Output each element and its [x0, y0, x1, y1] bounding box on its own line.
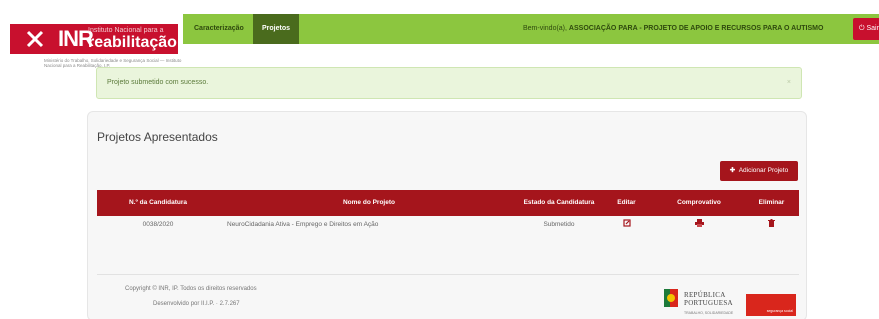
success-alert: Projeto submetido com sucesso. × [96, 67, 802, 99]
seguranca-social-text: segurança social [766, 309, 793, 313]
alert-close-button[interactable]: × [787, 68, 791, 98]
logo-name: reabilitação [88, 34, 177, 51]
edit-icon [622, 219, 631, 229]
page-title: Projetos Apresentados [97, 130, 218, 144]
cell-number: 0038/2020 [142, 221, 174, 228]
delete-button[interactable] [744, 216, 799, 234]
republica-subtitle: TRABALHO, SOLIDARIEDADE [684, 311, 734, 315]
print-icon [694, 219, 704, 229]
copyright-text: Copyright © INR, IP. Todos os direitos r… [125, 286, 257, 292]
header-candidatura[interactable]: N.º da Candidatura [97, 190, 219, 216]
footer-divider [97, 274, 799, 275]
header-editar: Editar [617, 199, 636, 206]
header-eliminar: Eliminar [758, 199, 785, 206]
top-navigation: Caracterização Projetos Bem-vindo(a), AS… [183, 14, 879, 44]
header-nome-projeto[interactable]: Nome do Projeto [219, 190, 519, 216]
add-project-button[interactable]: ✚ Adicionar Projeto [720, 161, 798, 181]
inr-logo[interactable]: INR Instituto Nacional para a reabilitaç… [10, 18, 181, 68]
alert-message: Projeto submetido com sucesso. [107, 79, 209, 86]
welcome-prefix: Bem-vindo(a), [523, 25, 567, 32]
table-row: 0038/2020 NeuroCidadania Ativa - Emprego… [97, 216, 799, 234]
header-estado[interactable]: Estado da Candidatura [519, 190, 599, 216]
welcome-message: Bem-vindo(a), ASSOCIAÇÃO PARA - PROJETO … [523, 14, 823, 44]
developer-text: Desenvolvido por II.I.P. · 2.7.267 [153, 301, 240, 307]
print-receipt-button[interactable] [654, 216, 744, 234]
logo-swirl-icon [24, 28, 46, 50]
edit-button[interactable] [599, 216, 654, 234]
table-header: N.º da Candidatura Nome do Projeto Estad… [97, 190, 799, 216]
cell-status: Submetido [543, 221, 575, 228]
republica-flag-icon [664, 289, 678, 307]
tab-projetos[interactable]: Projetos [253, 14, 300, 44]
tab-caracterizacao[interactable]: Caracterização [185, 14, 253, 44]
header-comprovativo: Comprovativo [677, 199, 721, 206]
projects-panel: Projetos Apresentados ✚ Adicionar Projet… [87, 111, 807, 319]
seguranca-social-logo: segurança social [746, 294, 796, 316]
logout-button[interactable]: ⏻ Sair [853, 18, 879, 40]
logout-label: Sair [866, 25, 879, 32]
plus-icon: ✚ [729, 167, 736, 174]
trash-icon [768, 219, 775, 229]
add-project-label: Adicionar Projeto [738, 167, 789, 174]
welcome-user: ASSOCIAÇÃO PARA - PROJETO DE APOIO E REC… [568, 25, 824, 32]
cell-project-name: NeuroCidadania Ativa - Emprego e Direito… [227, 221, 379, 228]
logout-icon: ⏻ [859, 25, 865, 32]
republica-line1: REPÚBLICA [684, 291, 726, 299]
republica-line2: PORTUGUESA [684, 299, 733, 307]
republica-portuguesa-text: REPÚBLICA PORTUGUESA [684, 291, 733, 307]
